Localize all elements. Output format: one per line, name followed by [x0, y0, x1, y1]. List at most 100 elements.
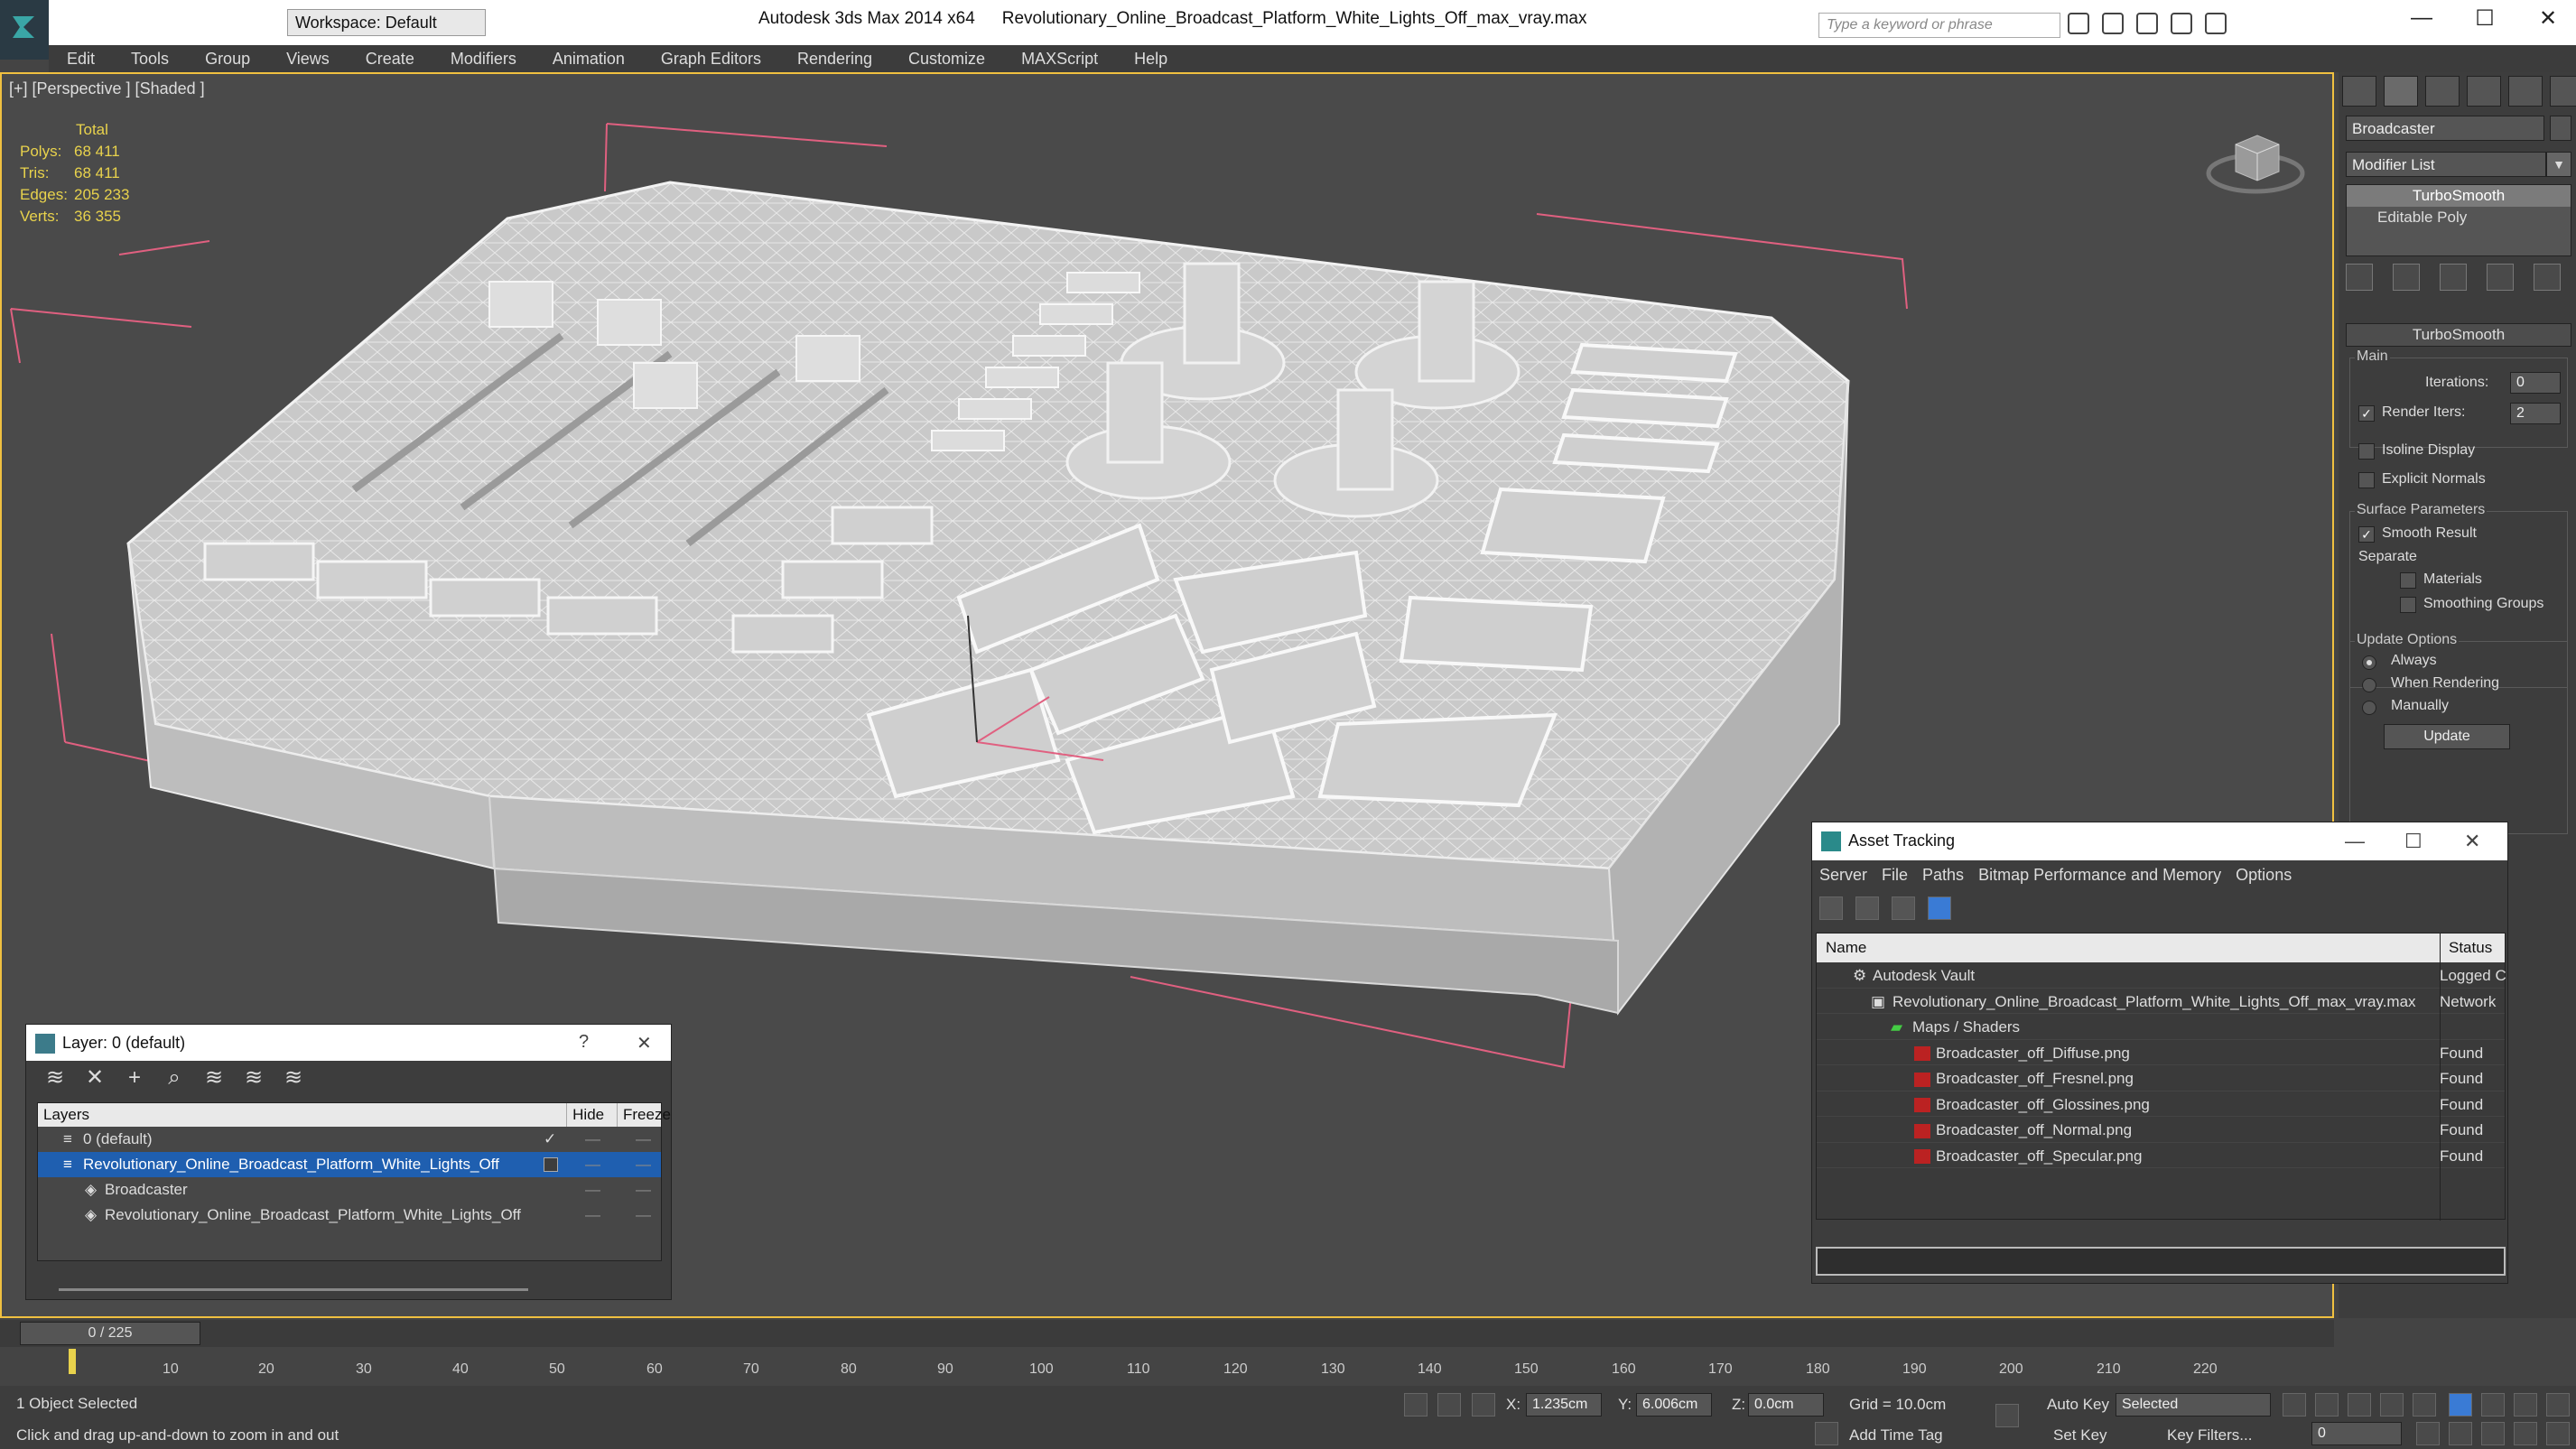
- maximize-viewport-icon[interactable]: [2546, 1393, 2570, 1416]
- previous-frame-icon[interactable]: [2315, 1393, 2339, 1416]
- menu-tools[interactable]: Tools: [113, 50, 187, 69]
- hierarchy-tab-icon[interactable]: [2425, 76, 2460, 107]
- orbit-icon[interactable]: [2514, 1422, 2537, 1445]
- col-layers[interactable]: Layers: [38, 1103, 568, 1127]
- utilities-tab-icon[interactable]: [2550, 76, 2576, 107]
- when-rendering-radio[interactable]: [2362, 678, 2376, 692]
- thumbnail-view-icon[interactable]: [1892, 896, 1915, 920]
- menu-group[interactable]: Group: [187, 50, 268, 69]
- modifier-list-dropdown[interactable]: Modifier List: [2346, 152, 2546, 177]
- menu-edit[interactable]: Edit: [49, 50, 113, 69]
- layer-help-button[interactable]: ?: [579, 1032, 589, 1053]
- configure-sets-icon[interactable]: [2534, 264, 2561, 291]
- zoom-extents-icon[interactable]: [2481, 1393, 2505, 1416]
- set-key-button[interactable]: Set Key: [2053, 1426, 2107, 1444]
- stack-item-turbosmooth[interactable]: TurboSmooth: [2347, 185, 2571, 207]
- list-view-icon[interactable]: [1855, 896, 1879, 920]
- create-layer-icon[interactable]: ≋: [44, 1067, 66, 1090]
- col-freeze[interactable]: Freeze: [618, 1103, 671, 1127]
- freeze-toggle[interactable]: —: [636, 1181, 651, 1199]
- asset-menu-bitmap[interactable]: Bitmap Performance and Memory: [1978, 866, 2221, 885]
- layer-list-scrollbar[interactable]: [59, 1288, 528, 1291]
- key-selection-dropdown[interactable]: Selected: [2116, 1393, 2271, 1416]
- z-coord-field[interactable]: 0.0cm: [1748, 1393, 1824, 1416]
- col-hide[interactable]: Hide: [567, 1103, 618, 1127]
- workspace-dropdown[interactable]: Workspace: Default: [287, 9, 486, 36]
- layer-close-button[interactable]: ✕: [637, 1032, 652, 1054]
- materials-checkbox[interactable]: [2400, 572, 2416, 589]
- layer-row[interactable]: ◈ Broadcaster — —: [38, 1177, 661, 1203]
- maximize-button[interactable]: ☐: [2458, 5, 2512, 32]
- help-icon[interactable]: [2205, 13, 2227, 34]
- turbosmooth-rollout-header[interactable]: TurboSmooth: [2346, 323, 2571, 347]
- asset-menu-server[interactable]: Server: [1819, 866, 1867, 885]
- layer-row[interactable]: ≡ 0 (default) ✓ — —: [38, 1127, 661, 1152]
- select-in-layer-icon[interactable]: ⌕: [163, 1067, 185, 1090]
- time-config-icon[interactable]: [2416, 1422, 2440, 1445]
- asset-row[interactable]: Broadcaster_off_Specular.png Found: [1817, 1143, 2505, 1168]
- menu-create[interactable]: Create: [348, 50, 432, 69]
- hide-toggle[interactable]: —: [585, 1130, 600, 1148]
- add-to-layer-icon[interactable]: +: [124, 1067, 145, 1090]
- binoculars-icon[interactable]: [2068, 13, 2089, 34]
- key-icon[interactable]: [1995, 1404, 2019, 1427]
- motion-tab-icon[interactable]: [2467, 76, 2501, 107]
- asset-row[interactable]: Broadcaster_off_Normal.png Found: [1817, 1117, 2505, 1143]
- absolute-mode-icon[interactable]: [1472, 1393, 1495, 1416]
- menu-help[interactable]: Help: [1116, 50, 1186, 69]
- zoom-viewport-icon[interactable]: [2449, 1393, 2472, 1416]
- asset-close-button[interactable]: ✕: [2464, 830, 2480, 853]
- manually-radio[interactable]: [2362, 701, 2376, 715]
- modify-tab-icon[interactable]: [2384, 76, 2418, 107]
- create-tab-icon[interactable]: [2342, 76, 2376, 107]
- menu-views[interactable]: Views: [268, 50, 348, 69]
- next-frame-icon[interactable]: [2380, 1393, 2404, 1416]
- asset-maximize-button[interactable]: ☐: [2404, 830, 2423, 853]
- key-filters-button[interactable]: Key Filters...: [2167, 1426, 2252, 1444]
- subscription-icon[interactable]: [2102, 13, 2124, 34]
- pan-view-icon[interactable]: [2481, 1422, 2505, 1445]
- freeze-toggle[interactable]: —: [636, 1156, 651, 1174]
- asset-row[interactable]: Broadcaster_off_Diffuse.png Found: [1817, 1040, 2505, 1065]
- always-radio[interactable]: [2362, 655, 2376, 670]
- auto-key-button[interactable]: Auto Key: [2047, 1396, 2109, 1414]
- iterations-spinner[interactable]: 0: [2510, 372, 2561, 394]
- go-to-end-icon[interactable]: [2413, 1393, 2436, 1416]
- chevron-down-icon[interactable]: ▼: [2546, 152, 2571, 177]
- lock-selection-icon[interactable]: [1437, 1393, 1461, 1416]
- highlight-layer-icon[interactable]: ≋: [203, 1067, 225, 1090]
- menu-graph-editors[interactable]: Graph Editors: [643, 50, 779, 69]
- maximize-toggle-icon[interactable]: [2546, 1422, 2570, 1445]
- make-unique-icon[interactable]: [2440, 264, 2467, 291]
- smoothing-groups-checkbox[interactable]: [2400, 597, 2416, 613]
- table-view-icon[interactable]: [1928, 896, 1951, 920]
- hide-all-layers-icon[interactable]: ≋: [243, 1067, 265, 1090]
- add-time-tag-icon[interactable]: [1815, 1422, 1838, 1445]
- favorites-star-icon[interactable]: [2171, 13, 2192, 34]
- layer-row[interactable]: ◈ Revolutionary_Online_Broadcast_Platfor…: [38, 1203, 661, 1228]
- zoom-extents-all-icon[interactable]: [2514, 1393, 2537, 1416]
- update-button[interactable]: Update: [2384, 724, 2510, 749]
- close-button[interactable]: ✕: [2521, 5, 2575, 32]
- render-iters-checkbox[interactable]: ✓: [2358, 405, 2375, 422]
- viewcube-icon[interactable]: [2205, 119, 2313, 200]
- menu-customize[interactable]: Customize: [890, 50, 1003, 69]
- minimize-button[interactable]: —: [2395, 5, 2449, 31]
- communication-icon[interactable]: [2136, 13, 2158, 34]
- asset-menu-options[interactable]: Options: [2236, 866, 2292, 885]
- asset-menu-file[interactable]: File: [1882, 866, 1908, 885]
- asset-minimize-button[interactable]: —: [2345, 830, 2365, 853]
- freeze-toggle[interactable]: —: [636, 1130, 651, 1148]
- asset-row[interactable]: ▣ Revolutionary_Online_Broadcast_Platfor…: [1817, 989, 2505, 1014]
- hide-toggle[interactable]: —: [585, 1181, 600, 1199]
- viewport-label[interactable]: [+] [Perspective ] [Shaded ]: [9, 79, 205, 98]
- asset-row[interactable]: Broadcaster_off_Glossines.png Found: [1817, 1091, 2505, 1117]
- layer-row[interactable]: ≡ Revolutionary_Online_Broadcast_Platfor…: [38, 1152, 661, 1177]
- smooth-result-checkbox[interactable]: ✓: [2358, 526, 2375, 543]
- menu-maxscript[interactable]: MAXScript: [1003, 50, 1116, 69]
- remove-modifier-icon[interactable]: [2487, 264, 2514, 291]
- asset-row[interactable]: ⚙ Autodesk Vault Logged C: [1817, 962, 2506, 989]
- menu-animation[interactable]: Animation: [535, 50, 643, 69]
- col-name[interactable]: Name: [1826, 939, 1866, 957]
- asset-path-field[interactable]: [1816, 1247, 2506, 1276]
